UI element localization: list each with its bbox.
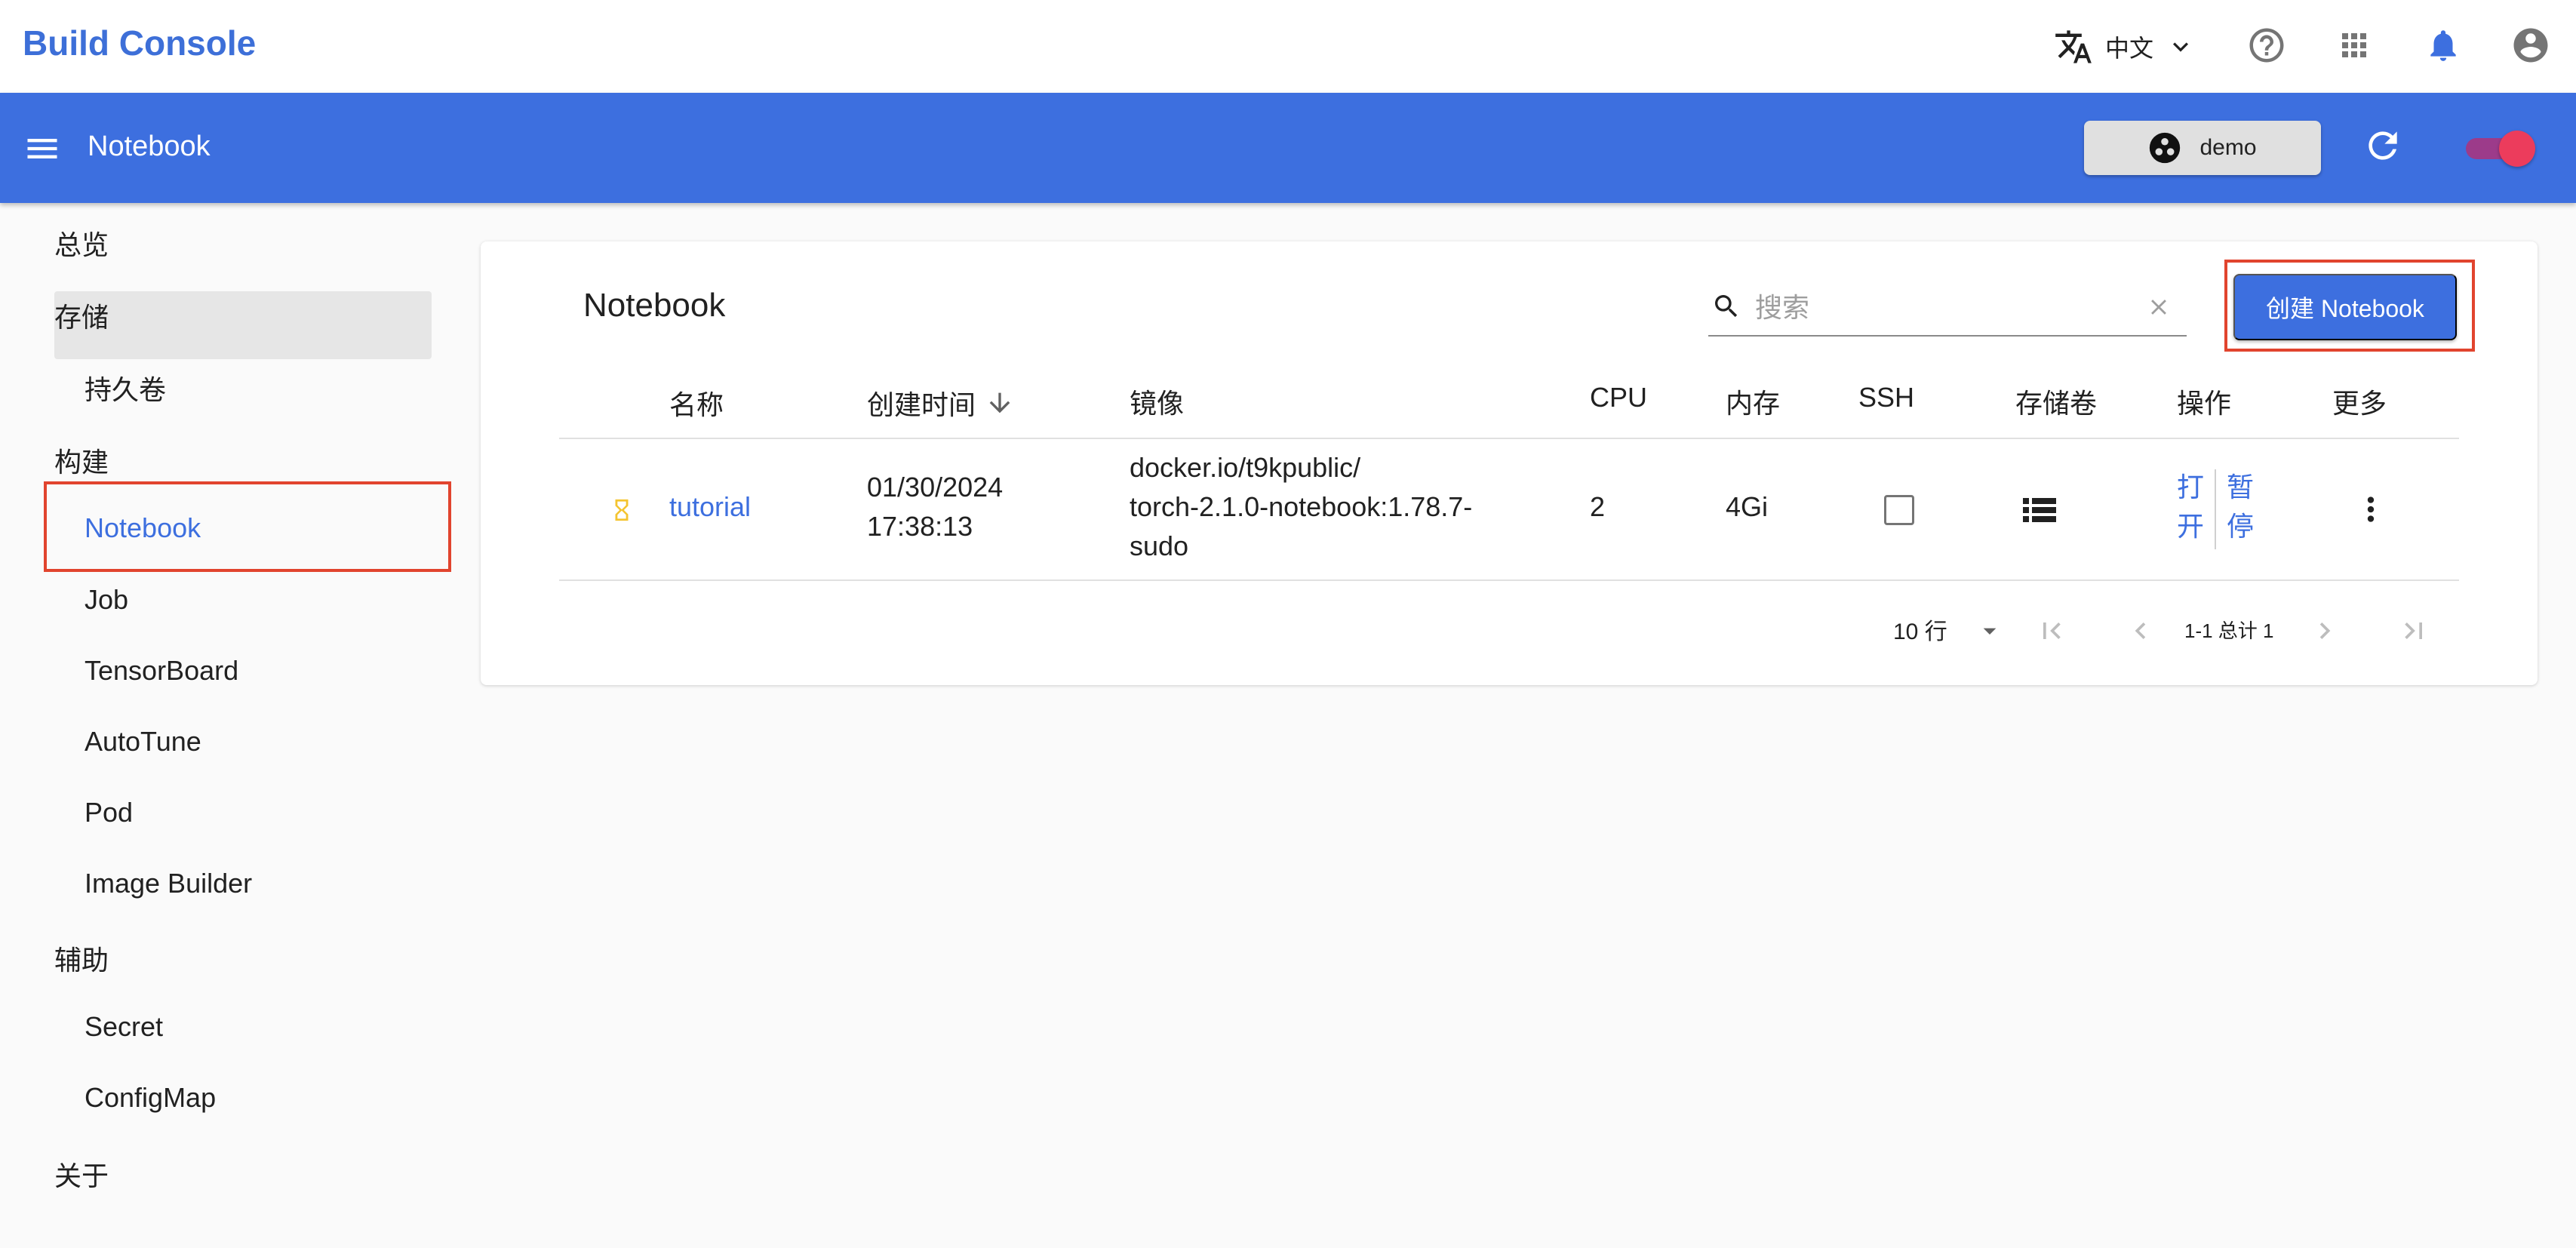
column-header-label: 存储卷 — [2015, 388, 2098, 419]
previous-page-icon[interactable] — [2124, 614, 2157, 647]
column-header-ssh: SSH — [1858, 382, 1914, 413]
page-title: Notebook — [88, 131, 211, 162]
language-label: 中文 — [2105, 35, 2154, 62]
open-action-char-1: 打 — [2176, 472, 2204, 503]
sidebar-item-autotune[interactable]: AutoTune — [85, 726, 201, 758]
search-input[interactable] — [1755, 287, 2117, 329]
pause-action-char-1: 暂 — [2226, 472, 2254, 503]
next-page-icon[interactable] — [2308, 614, 2341, 647]
column-header-label: 操作 — [2177, 388, 2232, 419]
row-divider — [559, 579, 2459, 581]
sidebar-item-auxiliary[interactable]: 辅助 — [54, 939, 109, 978]
column-header-label: 更多 — [2332, 388, 2387, 419]
notebook-name-link[interactable]: tutorial — [669, 487, 751, 527]
image-line-1: docker.io/t9kpublic/ — [1130, 452, 1361, 483]
column-header-label: 镜像 — [1130, 388, 1185, 419]
help-icon[interactable] — [2244, 23, 2289, 68]
image-line-2: torch-2.1.0-notebook:1.78.7- — [1130, 491, 1473, 522]
chevron-down-icon — [2173, 42, 2189, 52]
dropdown-arrow-icon[interactable] — [1975, 616, 2005, 646]
namespace-button[interactable]: demo — [2084, 121, 2321, 175]
header-divider — [559, 438, 2459, 439]
brand-title[interactable]: Build Console — [23, 23, 256, 63]
notebook-name: tutorial — [669, 491, 752, 522]
sidebar-item-persistent-volume[interactable]: 持久卷 — [85, 368, 166, 407]
column-header-label: CPU — [1590, 382, 1648, 413]
volume-list-icon[interactable] — [2021, 493, 2058, 527]
column-header-actions: 操作 — [2177, 382, 2231, 421]
sort-arrow-down-icon[interactable] — [985, 388, 1015, 418]
first-page-icon[interactable] — [2035, 614, 2068, 647]
sidebar-item-build[interactable]: 构建 — [54, 441, 109, 480]
column-header-memory: 内存 — [1726, 382, 1780, 421]
column-header-label: 创建时间 — [867, 389, 976, 420]
column-header-image: 镜像 — [1130, 382, 1184, 421]
menu-icon[interactable] — [23, 129, 62, 168]
column-header-created[interactable]: 创建时间 — [867, 383, 1015, 423]
page-range: 1-1 总计 1 — [2184, 619, 2274, 642]
rows-per-page-label: 10 行 — [1893, 619, 1947, 644]
sidebar-item-storage[interactable]: 存储 — [54, 296, 109, 335]
sidebar-item-image-builder[interactable]: Image Builder — [85, 868, 252, 899]
app-bar: Notebook demo — [0, 93, 2576, 203]
language-selector[interactable]: 中文 — [2054, 24, 2196, 69]
more-vert-icon[interactable] — [2352, 490, 2390, 528]
hourglass-pending-icon — [615, 499, 629, 521]
refresh-icon[interactable] — [2362, 124, 2407, 170]
sidebar-item-configmap[interactable]: ConfigMap — [85, 1082, 216, 1114]
card-title: Notebook — [583, 287, 726, 324]
create-notebook-button[interactable]: 创建 Notebook — [2233, 274, 2457, 340]
search-bar — [1708, 279, 2187, 337]
translate-icon — [2055, 30, 2092, 63]
sidebar-item-tensorboard[interactable]: TensorBoard — [85, 655, 238, 687]
notifications-bell-icon[interactable] — [2421, 23, 2466, 68]
toggle-knob — [2499, 131, 2535, 167]
account-circle-icon[interactable] — [2508, 23, 2553, 68]
apps-grid-icon[interactable] — [2332, 23, 2377, 68]
notebook-list-card: Notebook 创建 Notebook 名称 创建时间 镜像 CPU 内存 S… — [481, 241, 2538, 685]
top-bar: Build Console 中文 — [0, 0, 2576, 93]
cpu-value: 2 — [1590, 491, 1606, 522]
sidebar-item-job[interactable]: Job — [85, 584, 128, 616]
last-page-icon[interactable] — [2397, 614, 2430, 647]
sidebar-item-notebook[interactable]: Notebook — [85, 512, 201, 544]
sidebar-item-secret[interactable]: Secret — [85, 1011, 163, 1043]
column-header-label: 内存 — [1726, 388, 1781, 419]
sidebar-item-about[interactable]: 关于 — [54, 1154, 109, 1194]
created-date: 01/30/2024 — [867, 472, 1004, 503]
search-icon — [1715, 295, 1738, 318]
action-divider — [2215, 469, 2216, 549]
column-header-cpu: CPU — [1590, 382, 1647, 413]
pause-action-char-2: 停 — [2226, 511, 2254, 542]
clear-icon[interactable] — [2146, 294, 2172, 320]
project-icon — [2150, 132, 2181, 164]
column-header-name[interactable]: 名称 — [669, 383, 724, 423]
column-header-label: 名称 — [669, 389, 724, 420]
column-header-volumes: 存储卷 — [2015, 382, 2097, 421]
sidebar-item-overview[interactable]: 总览 — [54, 223, 109, 263]
rows-per-page-select[interactable]: 10 行 — [1893, 613, 1947, 646]
column-header-more: 更多 — [2332, 382, 2387, 421]
open-action-char-2: 开 — [2176, 511, 2204, 542]
column-header-label: SSH — [1858, 382, 1915, 413]
image-line-3: sudo — [1130, 530, 1189, 561]
theme-toggle[interactable] — [2461, 131, 2537, 167]
ssh-checkbox[interactable] — [1884, 495, 1914, 525]
memory-value: 4Gi — [1726, 491, 1769, 522]
sidebar-item-pod[interactable]: Pod — [85, 797, 133, 828]
sidebar-selected-bg — [54, 291, 432, 359]
created-time: 17:38:13 — [867, 511, 973, 542]
namespace-label: demo — [2199, 135, 2257, 160]
